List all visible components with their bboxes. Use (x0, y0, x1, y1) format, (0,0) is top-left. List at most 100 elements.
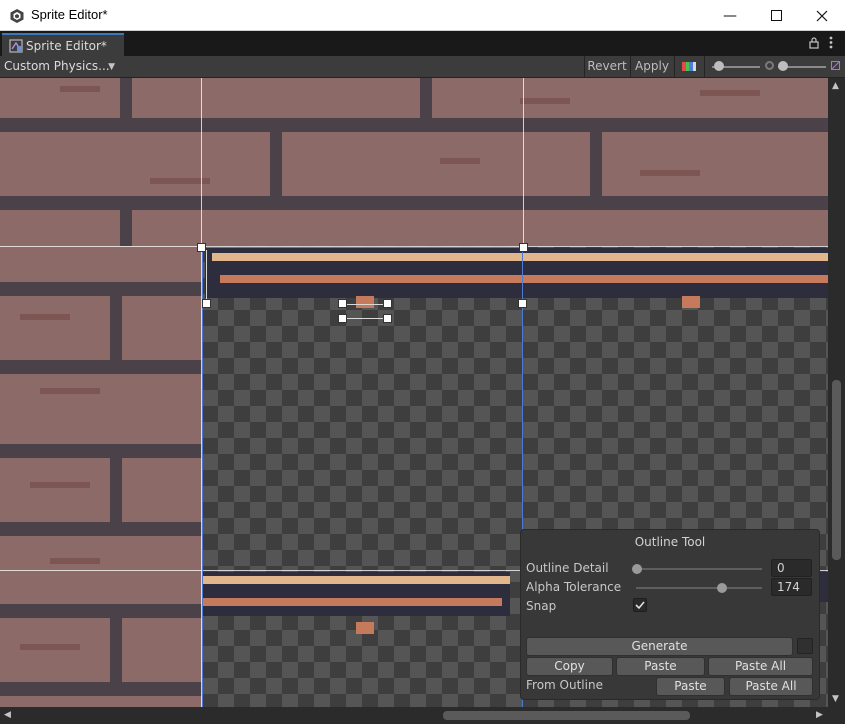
rgb-channels-icon[interactable] (682, 62, 696, 71)
minimize-button[interactable]: — (707, 0, 753, 31)
brick-detail (30, 482, 90, 488)
horizontal-scrollbar[interactable]: ◀ ▶ (0, 707, 845, 724)
brick-detail (20, 314, 70, 320)
outline-vertex-handle[interactable] (202, 299, 211, 308)
plank-midtone (202, 598, 502, 606)
brick-detail (520, 98, 570, 104)
mortar-line (110, 296, 122, 360)
brick-detail (20, 644, 80, 650)
snap-checkbox[interactable] (633, 598, 647, 612)
mortar-line (270, 132, 282, 196)
toolbar-divider (674, 56, 675, 78)
brick-detail (50, 558, 100, 564)
scroll-up-icon[interactable]: ▲ (832, 81, 839, 91)
outline-detail-slider-handle[interactable] (632, 564, 642, 574)
mortar-line (590, 132, 602, 196)
zoom-slider-handle[interactable] (714, 61, 724, 71)
sprite-editor-icon (9, 39, 23, 53)
alpha-tolerance-field[interactable]: 174 (771, 578, 812, 596)
lock-icon[interactable] (809, 37, 819, 52)
mortar-line (110, 458, 122, 522)
from-outline-label: From Outline (526, 678, 603, 692)
checkmark-icon (635, 601, 645, 610)
sprite-corner-handle[interactable] (519, 243, 528, 252)
plank-sprite-edge (820, 572, 828, 602)
mortar-line (120, 210, 132, 246)
outline-vertex-handle[interactable] (338, 314, 347, 323)
apply-label: Apply (635, 59, 669, 73)
sprite-corner-handle[interactable] (197, 243, 206, 252)
outline-vertex-handle[interactable] (383, 314, 392, 323)
brick-detail (40, 388, 100, 394)
mortar-line (120, 78, 132, 118)
vertical-scrollbar[interactable]: ▲ ▼ (828, 78, 845, 707)
maximize-icon (770, 10, 782, 21)
alpha-tolerance-slider-handle[interactable] (716, 583, 727, 593)
editor-mode-dropdown[interactable]: Custom Physics... ▼ (0, 56, 118, 77)
copy-label: Copy (554, 659, 585, 673)
toolbar-divider (704, 56, 705, 78)
tab-label: Sprite Editor* (26, 39, 107, 53)
scroll-down-icon[interactable]: ▼ (832, 694, 839, 704)
mortar-line (0, 522, 202, 536)
scroll-right-icon[interactable]: ▶ (816, 710, 823, 720)
copy-button[interactable]: Copy (526, 657, 613, 676)
outline-vertex-handle[interactable] (383, 299, 392, 308)
mortar-line (0, 444, 202, 458)
mortar-line (0, 118, 828, 132)
chevron-down-icon: ▼ (108, 62, 115, 72)
outline-vertex-handle[interactable] (338, 299, 347, 308)
mip-slider-handle[interactable] (778, 61, 788, 71)
brick-detail (60, 86, 100, 92)
plank-bracket (682, 296, 700, 308)
close-icon (816, 10, 828, 21)
plank-bracket (356, 296, 374, 308)
alpha-tolerance-label: Alpha Tolerance (526, 580, 622, 594)
snap-label: Snap (526, 599, 557, 613)
brick-detail (440, 158, 480, 164)
paste-all-label: Paste All (734, 659, 787, 673)
selected-sprite-border (202, 247, 203, 707)
scroll-left-icon[interactable]: ◀ (4, 710, 11, 720)
maximize-button[interactable] (753, 0, 799, 31)
close-button[interactable] (799, 0, 845, 31)
plank-midtone (220, 275, 828, 283)
apply-button[interactable]: Apply (631, 56, 673, 78)
tab-sprite-editor[interactable]: Sprite Editor* (2, 33, 124, 56)
outline-detail-slider[interactable] (636, 568, 762, 570)
mortar-line (0, 282, 202, 296)
generate-options-toggle[interactable] (797, 638, 813, 654)
outline-detail-field[interactable]: 0 (771, 559, 812, 577)
window-titlebar: Sprite Editor* — (0, 0, 845, 31)
minimize-icon: — (723, 7, 737, 24)
mortar-line (420, 78, 432, 118)
outline-edge (343, 304, 387, 305)
generate-button[interactable]: Generate (526, 637, 793, 656)
window-title: Sprite Editor* (31, 7, 108, 22)
plank-bracket (356, 622, 374, 634)
from-outline-paste-button[interactable]: Paste (656, 677, 725, 696)
from-outline-paste-all-button[interactable]: Paste All (729, 677, 813, 696)
mortar-line (0, 682, 202, 696)
outline-tool-panel: Outline Tool Outline Detail 0 Alpha Tole… (520, 529, 820, 700)
plank-highlight (212, 253, 828, 261)
mortar-line (0, 604, 202, 618)
vertical-scroll-thumb[interactable] (832, 380, 841, 560)
paste-button[interactable]: Paste (616, 657, 705, 676)
selected-sprite-border (202, 247, 523, 248)
mortar-line (0, 360, 202, 374)
outline-detail-label: Outline Detail (526, 561, 609, 575)
revert-button[interactable]: Revert (585, 56, 629, 78)
brick-detail (640, 170, 700, 176)
brick-detail (700, 90, 760, 96)
paste-all-button[interactable]: Paste All (708, 657, 813, 676)
more-vertical-icon[interactable] (829, 36, 833, 52)
outline-vertex-handle[interactable] (518, 299, 527, 308)
outline-edge (206, 250, 207, 300)
from-outline-paste-label: Paste (674, 679, 707, 693)
unity-app-icon (10, 9, 24, 23)
mortar-line (0, 196, 828, 210)
alpha-tolerance-slider[interactable] (636, 587, 762, 589)
revert-label: Revert (587, 59, 627, 73)
horizontal-scroll-thumb[interactable] (443, 711, 690, 720)
